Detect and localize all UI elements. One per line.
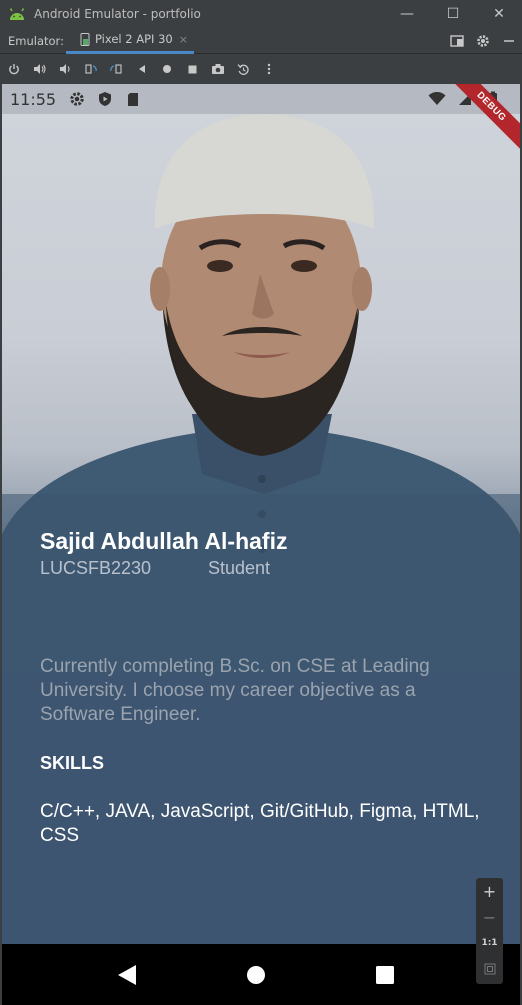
close-window-button[interactable]: ✕ bbox=[476, 0, 522, 28]
device-tab-label: Pixel 2 API 30 bbox=[95, 32, 173, 46]
rotate-left-icon[interactable] bbox=[80, 55, 103, 83]
nav-home-button[interactable] bbox=[241, 960, 271, 990]
more-options-icon[interactable] bbox=[258, 55, 281, 83]
skills-heading: SKILLS bbox=[40, 753, 105, 773]
window-title: Android Emulator - portfolio bbox=[34, 7, 201, 21]
phone-icon bbox=[80, 32, 90, 46]
volume-up-icon[interactable] bbox=[29, 55, 52, 83]
volume-down-icon[interactable] bbox=[54, 55, 77, 83]
window-title-bar: Android Emulator - portfolio — ☐ ✕ bbox=[0, 0, 522, 28]
nav-overview-button[interactable] bbox=[370, 960, 400, 990]
nav-back-button[interactable] bbox=[112, 960, 142, 990]
skills-list: C/C++, JAVA, JavaScript, Git/GitHub, Fig… bbox=[40, 801, 480, 846]
device-tab[interactable]: Pixel 2 API 30 × bbox=[66, 28, 194, 54]
home-icon[interactable] bbox=[156, 55, 179, 83]
android-icon bbox=[9, 8, 25, 20]
android-status-bar: 11:55 bbox=[2, 84, 520, 114]
emulator-toolbar bbox=[0, 55, 522, 83]
hide-panel-icon[interactable] bbox=[496, 28, 522, 54]
zoom-fit-icon[interactable] bbox=[476, 956, 503, 982]
settings-gear-icon[interactable] bbox=[470, 28, 496, 54]
overview-icon[interactable] bbox=[182, 55, 205, 83]
minimize-button[interactable]: — bbox=[384, 0, 430, 28]
career-objective: Currently completing B.Sc. on CSE at Lea… bbox=[40, 656, 430, 725]
profile-meta: LUCSFB2230 Student bbox=[40, 558, 480, 579]
wifi-icon bbox=[426, 88, 448, 110]
maximize-button[interactable]: ☐ bbox=[430, 0, 476, 28]
profile-name: Sajid Abdullah Al-hafiz bbox=[40, 528, 288, 554]
settings-notification-icon bbox=[66, 88, 88, 110]
zoom-one-to-one-button[interactable]: 1:1 bbox=[476, 930, 503, 956]
zoom-in-button[interactable]: + bbox=[476, 878, 503, 904]
emulator-tab-bar: Emulator: Pixel 2 API 30 × bbox=[0, 28, 522, 54]
snapshot-icon[interactable] bbox=[233, 55, 256, 83]
window-mode-icon[interactable] bbox=[444, 28, 470, 54]
power-icon[interactable] bbox=[3, 55, 26, 83]
rotate-right-icon[interactable] bbox=[105, 55, 128, 83]
back-icon[interactable] bbox=[131, 55, 154, 83]
profile-role: Student bbox=[208, 558, 271, 578]
shield-play-icon bbox=[94, 88, 116, 110]
android-nav-bar bbox=[2, 944, 520, 1005]
close-tab-icon[interactable]: × bbox=[179, 33, 188, 46]
zoom-controls: + − 1:1 bbox=[476, 878, 503, 984]
profile-content: Sajid Abdullah Al-hafiz LUCSFB2230 Stude… bbox=[40, 528, 480, 848]
student-id: LUCSFB2230 bbox=[40, 558, 152, 578]
status-time: 11:55 bbox=[10, 89, 57, 109]
zoom-out-button[interactable]: − bbox=[476, 904, 503, 930]
screenshot-camera-icon[interactable] bbox=[207, 55, 230, 83]
sd-card-icon bbox=[122, 88, 144, 110]
device-screen[interactable]: 11:55 DEBUG Sajid Abdullah Al-hafiz LUCS… bbox=[2, 84, 520, 1005]
emulator-label: Emulator: bbox=[8, 33, 64, 48]
